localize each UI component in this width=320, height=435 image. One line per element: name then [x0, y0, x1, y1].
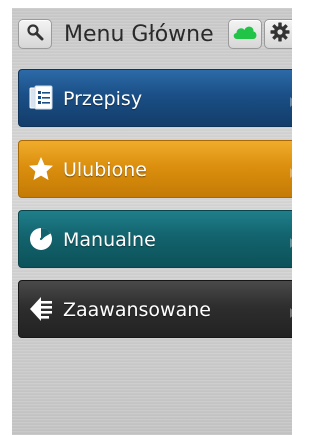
search-button[interactable] [18, 19, 52, 49]
timer-icon [27, 225, 55, 253]
advanced-icon [27, 295, 55, 323]
top-bar: Menu Główne [12, 8, 292, 60]
menu-item-label: Przepisy [63, 88, 143, 110]
star-icon [27, 155, 55, 183]
menu-item-przepisy[interactable]: Przepisy [18, 69, 292, 127]
chevron-right-icon [289, 93, 292, 107]
menu-item-zaawansowane[interactable]: Zaawansowane [18, 280, 292, 338]
menu-item-manualne[interactable]: Manualne [18, 210, 292, 268]
chevron-right-icon [289, 234, 292, 248]
settings-button[interactable] [264, 19, 292, 49]
menu-item-label: Ulubione [63, 159, 147, 181]
gear-icon [270, 22, 290, 46]
chevron-right-icon [289, 164, 292, 178]
menu-item-label: Manualne [63, 229, 156, 251]
app-screen: Menu Główne Przepisy Ulubione Manualne Z… [12, 8, 292, 435]
page-title: Menu Główne [64, 22, 214, 47]
chevron-right-icon [289, 304, 292, 318]
cloud-icon [232, 24, 258, 44]
search-icon [26, 23, 44, 45]
menu-item-label: Zaawansowane [63, 299, 211, 321]
recipes-list-icon [27, 84, 55, 112]
menu-item-ulubione[interactable]: Ulubione [18, 140, 292, 198]
sync-button[interactable] [228, 19, 262, 49]
